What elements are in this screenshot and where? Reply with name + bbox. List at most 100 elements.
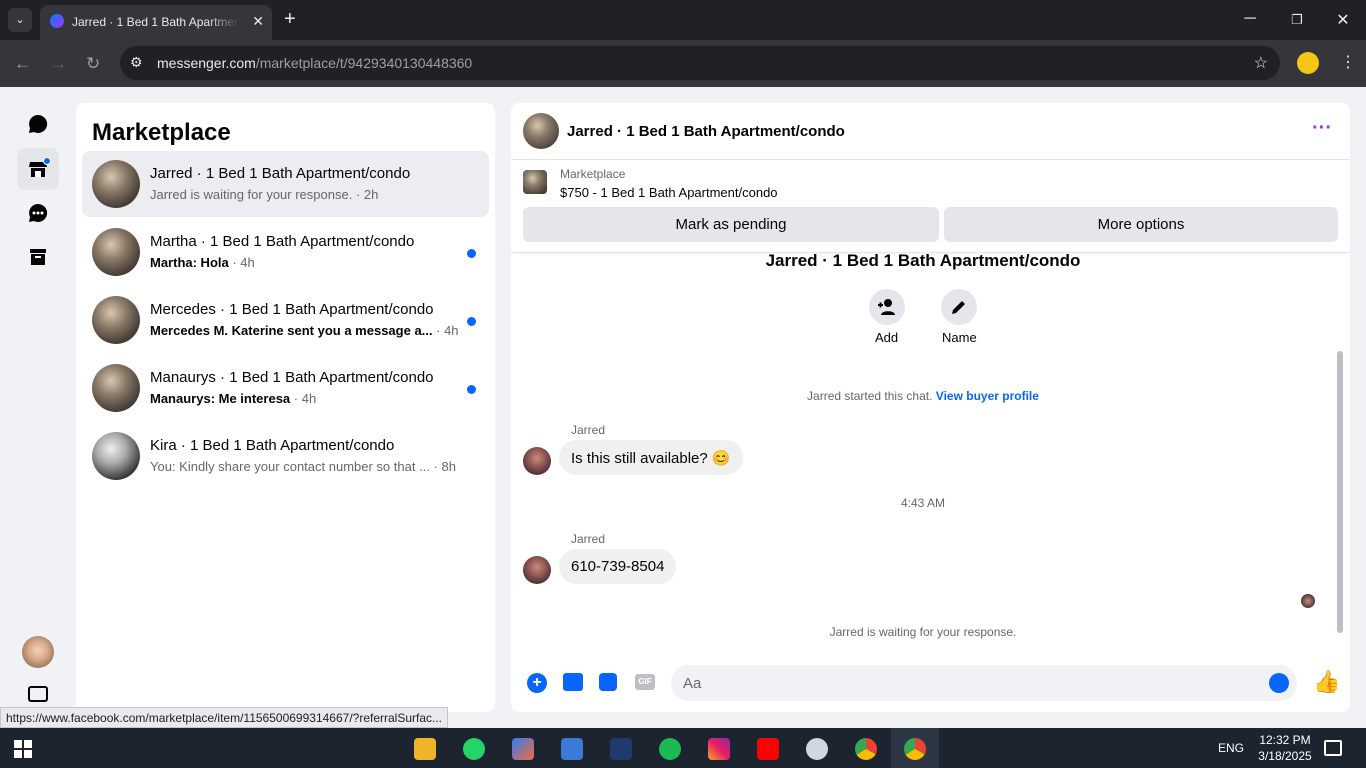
spotify-icon[interactable] — [659, 738, 681, 760]
photoshop-icon[interactable] — [610, 738, 632, 760]
instagram-icon[interactable] — [708, 738, 730, 760]
thread-title: Jarred · 1 Bed 1 Bath Apartment/condo — [765, 251, 1081, 270]
unread-dot — [467, 317, 476, 326]
tab-active[interactable]: Jarred · 1 Bed 1 Bath Apartment/condo ✕ — [40, 5, 272, 40]
unread-dot — [467, 385, 476, 394]
close-window-button[interactable]: ✕ — [1333, 10, 1353, 30]
page-title: Marketplace — [92, 119, 231, 146]
message-bubble[interactable]: Is this still available? 😊 — [559, 440, 743, 475]
conversation-preview: Manaurys: Me interesa · 4h — [150, 391, 317, 406]
user-avatar[interactable] — [22, 636, 54, 668]
list-item[interactable]: Kira · 1 Bed 1 Bath Apartment/condo You:… — [82, 423, 489, 489]
conversation-name: Mercedes · 1 Bed 1 Bath Apartment/condo — [150, 301, 434, 318]
conversation-name: Martha · 1 Bed 1 Bath Apartment/condo — [150, 233, 415, 250]
avatar — [92, 432, 140, 480]
unread-dot — [467, 249, 476, 258]
reload-button[interactable]: ↻ — [86, 54, 100, 74]
forward-button[interactable]: → — [50, 54, 67, 74]
messenger-icon — [50, 14, 64, 28]
avatar[interactable] — [523, 556, 551, 584]
status-url: https://www.facebook.com/marketplace/ite… — [0, 707, 449, 728]
tab-search-button[interactable]: ⌄ — [8, 8, 32, 32]
avatar — [92, 228, 140, 276]
message-timestamp: 4:43 AM — [900, 496, 946, 510]
conversation-list-panel: Marketplace Jarred · 1 Bed 1 Bath Apartm… — [76, 103, 495, 712]
avatar[interactable] — [523, 113, 559, 149]
divider — [511, 159, 1350, 160]
name-label: Name — [942, 330, 977, 345]
pencil-icon — [952, 301, 965, 314]
app-icon[interactable] — [806, 738, 828, 760]
thumbs-up-icon[interactable]: 👍 — [1313, 669, 1340, 695]
more-options-button[interactable]: More options — [944, 207, 1338, 242]
sender-name: Jarred — [571, 423, 606, 437]
chrome-active-icon[interactable] — [904, 738, 926, 760]
image-icon[interactable] — [563, 673, 583, 691]
emoji-icon[interactable] — [1269, 673, 1289, 693]
add-label: Add — [875, 330, 899, 345]
message-requests-icon[interactable] — [17, 192, 59, 234]
gif-icon[interactable]: GIF — [635, 674, 655, 690]
back-button[interactable]: ← — [14, 54, 31, 74]
edit-name-button[interactable] — [941, 289, 977, 325]
listing-label: Marketplace — [560, 167, 626, 181]
restore-button[interactable]: ❐ — [1287, 12, 1307, 28]
list-item[interactable]: Martha · 1 Bed 1 Bath Apartment/condo Ma… — [82, 219, 489, 285]
site-info-icon[interactable]: ⚙ — [130, 54, 143, 71]
list-item[interactable]: Manaurys · 1 Bed 1 Bath Apartment/condo … — [82, 355, 489, 421]
minimize-button[interactable]: ─ — [1240, 10, 1260, 28]
view-buyer-profile-link[interactable]: View buyer profile — [936, 389, 1039, 403]
message-input-placeholder: Aa — [683, 675, 702, 692]
message-input[interactable]: Aa — [671, 665, 1297, 701]
youtube-icon[interactable] — [757, 738, 779, 760]
conversation-preview: Jarred is waiting for your response. · 2… — [150, 187, 379, 202]
conversation-name: Manaurys · 1 Bed 1 Bath Apartment/condo — [150, 369, 434, 386]
store-icon[interactable] — [561, 738, 583, 760]
copilot-icon[interactable] — [512, 738, 534, 760]
conversation-name: Kira · 1 Bed 1 Bath Apartment/condo — [150, 437, 395, 454]
language-indicator[interactable]: ENG — [1218, 741, 1244, 755]
listing-title[interactable]: $750 - 1 Bed 1 Bath Apartment/condo — [560, 185, 778, 200]
avatar — [92, 160, 140, 208]
chats-icon[interactable] — [17, 103, 59, 145]
clock[interactable]: 12:32 PM 3/18/2025 — [1254, 732, 1316, 764]
sender-name: Jarred — [571, 532, 606, 546]
message-bubble[interactable]: 610-739-8504 — [559, 549, 677, 584]
address-bar[interactable]: ⚙ messenger.com/marketplace/t/9429340130… — [120, 46, 1280, 80]
tab-title: Jarred · 1 Bed 1 Bath Apartment/condo — [72, 15, 240, 29]
file-explorer-icon[interactable] — [414, 738, 436, 760]
list-item[interactable]: Mercedes · 1 Bed 1 Bath Apartment/condo … — [82, 287, 489, 353]
notification-icon[interactable] — [1324, 740, 1342, 756]
mark-pending-button[interactable]: Mark as pending — [523, 207, 939, 242]
profile-avatar[interactable] — [1297, 52, 1319, 74]
chrome-icon[interactable] — [855, 738, 877, 760]
browser-toolbar: ← → ↻ ⚙ messenger.com/marketplace/t/9429… — [0, 40, 1366, 87]
conversation-name: Jarred · 1 Bed 1 Bath Apartment/condo — [150, 165, 411, 182]
bookmark-star-icon[interactable]: ☆ — [1254, 53, 1268, 73]
taskbar — [0, 728, 1366, 768]
avatar[interactable] — [523, 447, 551, 475]
marketplace-icon[interactable] — [17, 148, 59, 190]
list-item[interactable]: Jarred · 1 Bed 1 Bath Apartment/condo Ja… — [82, 151, 489, 217]
more-icon[interactable]: ··· — [1312, 117, 1332, 140]
scrollbar[interactable] — [1337, 351, 1343, 633]
conversation-preview: You: Kindly share your contact number so… — [150, 459, 456, 474]
sidebar-toggle-icon[interactable] — [28, 686, 48, 702]
windows-start-icon[interactable] — [14, 740, 32, 758]
add-people-button[interactable] — [869, 289, 905, 325]
avatar — [92, 364, 140, 412]
close-tab-icon[interactable]: ✕ — [252, 13, 264, 30]
browser-menu-icon[interactable]: ⋮ — [1340, 52, 1356, 72]
whatsapp-icon[interactable] — [463, 738, 485, 760]
new-tab-button[interactable]: + — [284, 8, 296, 31]
archive-icon[interactable] — [17, 236, 59, 278]
chat-started-notice: Jarred started this chat. View buyer pro… — [807, 389, 1039, 403]
sticker-icon[interactable] — [599, 673, 617, 691]
conversation-preview: Mercedes M. Katerine sent you a message … — [150, 323, 459, 338]
plus-icon[interactable]: + — [527, 673, 547, 693]
add-person-icon — [878, 299, 895, 315]
avatar — [92, 296, 140, 344]
conversation-preview: Martha: Hola · 4h — [150, 255, 255, 270]
chat-header-title[interactable]: Jarred · 1 Bed 1 Bath Apartment/condo — [567, 123, 845, 140]
listing-thumbnail[interactable] — [523, 170, 547, 194]
